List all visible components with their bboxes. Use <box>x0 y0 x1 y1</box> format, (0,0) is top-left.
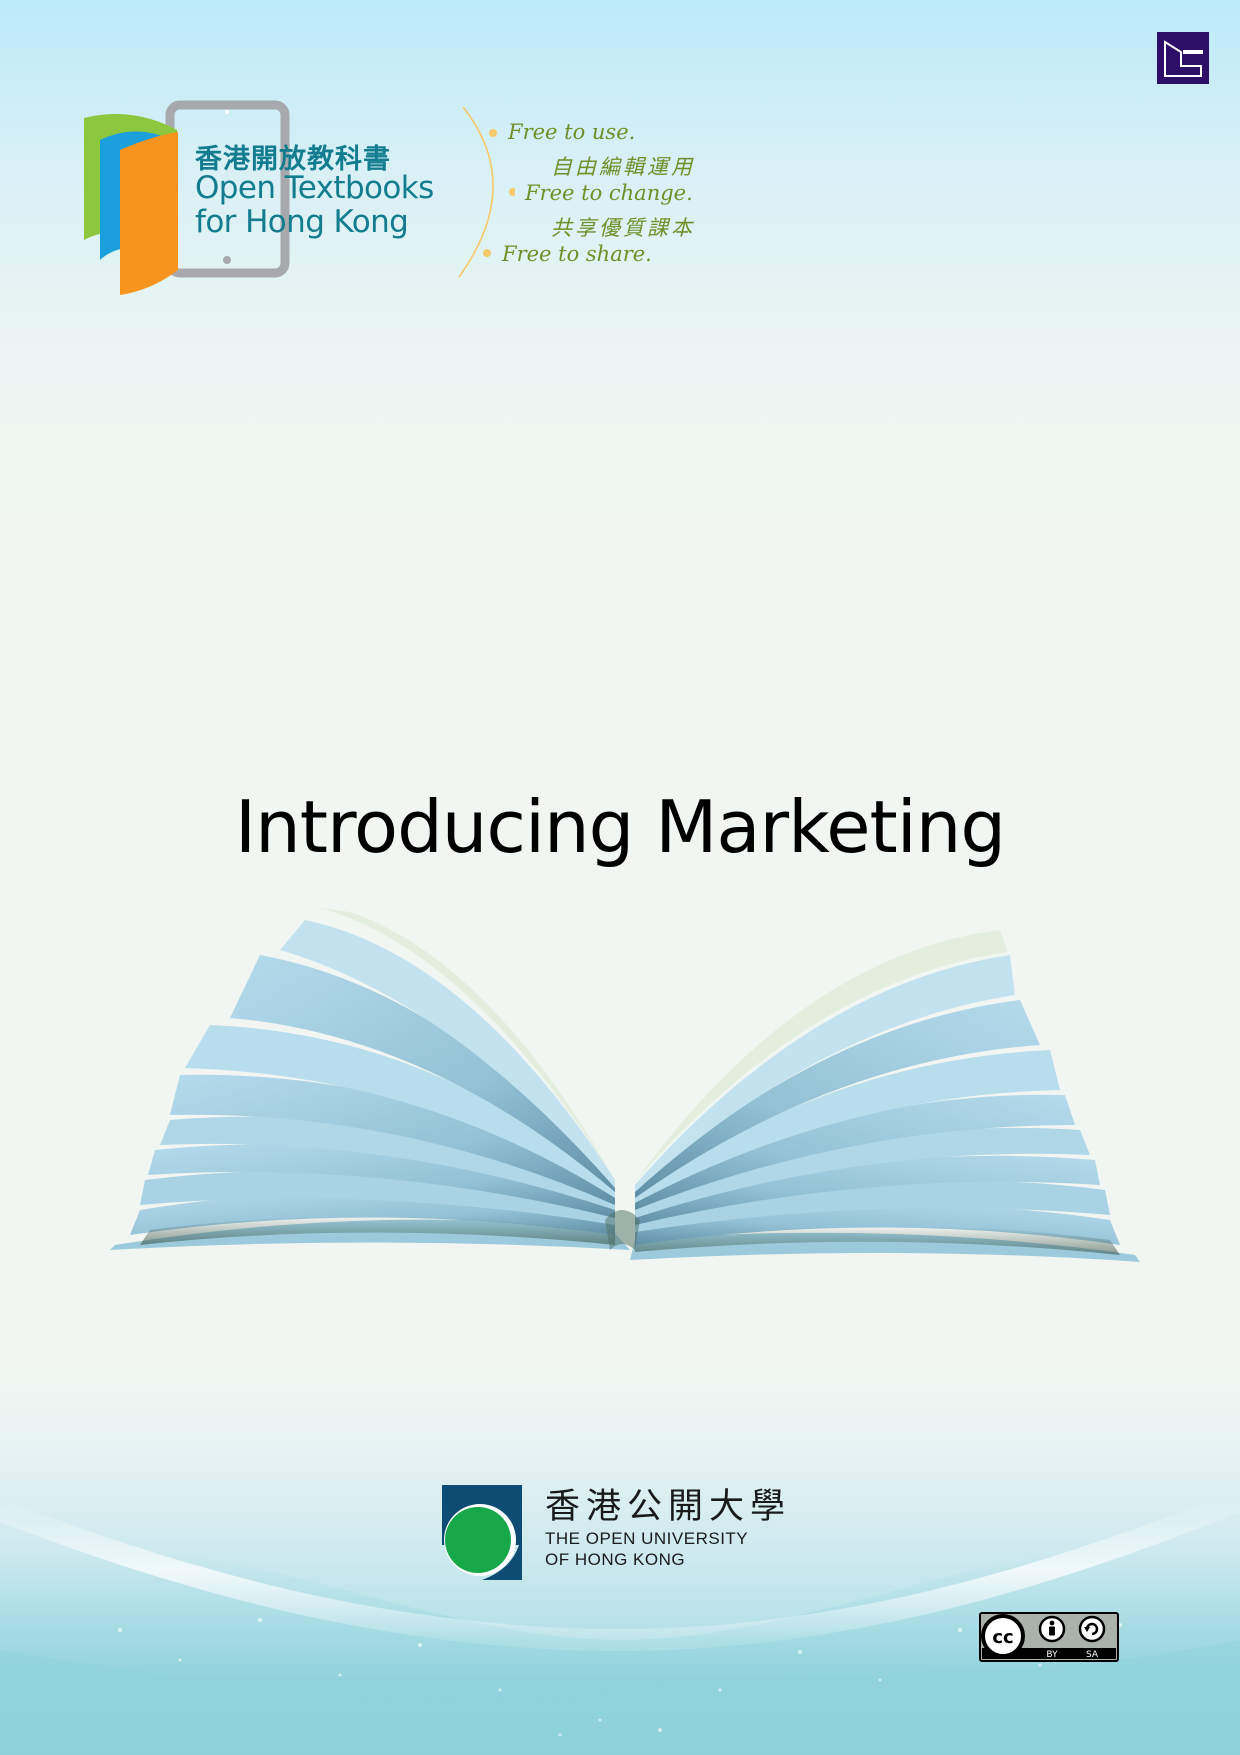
by-icon <box>1038 1615 1066 1643</box>
book-title: Introducing Marketing <box>234 785 1006 869</box>
by-label: BY <box>1046 1650 1058 1660</box>
open-book-image <box>110 908 1140 1262</box>
slogan-free-to-use: Free to use. <box>508 120 636 144</box>
svg-text:cc: cc <box>992 1627 1013 1648</box>
corner-logo-mark <box>1157 32 1209 84</box>
cc-by-sa-badge[interactable]: cc BY SA <box>979 1612 1119 1662</box>
sa-icon <box>1078 1615 1106 1643</box>
open-textbooks-name-line2: for Hong Kong <box>195 204 409 240</box>
sa-label: SA <box>1086 1650 1099 1660</box>
open-university-logo <box>442 1485 522 1580</box>
background-wave <box>0 1489 1240 1755</box>
slogan-free-to-change: Free to change. <box>525 181 693 205</box>
university-name-line1: THE OPEN UNIVERSITY <box>545 1529 749 1548</box>
open-textbooks-name-line1: Open Textbooks <box>195 170 434 206</box>
cc-icon: cc <box>981 1614 1025 1658</box>
slogan-cn-line2: 共享優質課本 <box>551 216 695 240</box>
university-chinese-name: 香港公開大學 <box>545 1487 792 1527</box>
slogan-free-to-share: Free to share. <box>502 242 652 266</box>
university-name-line2: OF HONG KONG <box>545 1550 686 1569</box>
slogan-cn-line1: 自由編輯運用 <box>551 155 695 179</box>
